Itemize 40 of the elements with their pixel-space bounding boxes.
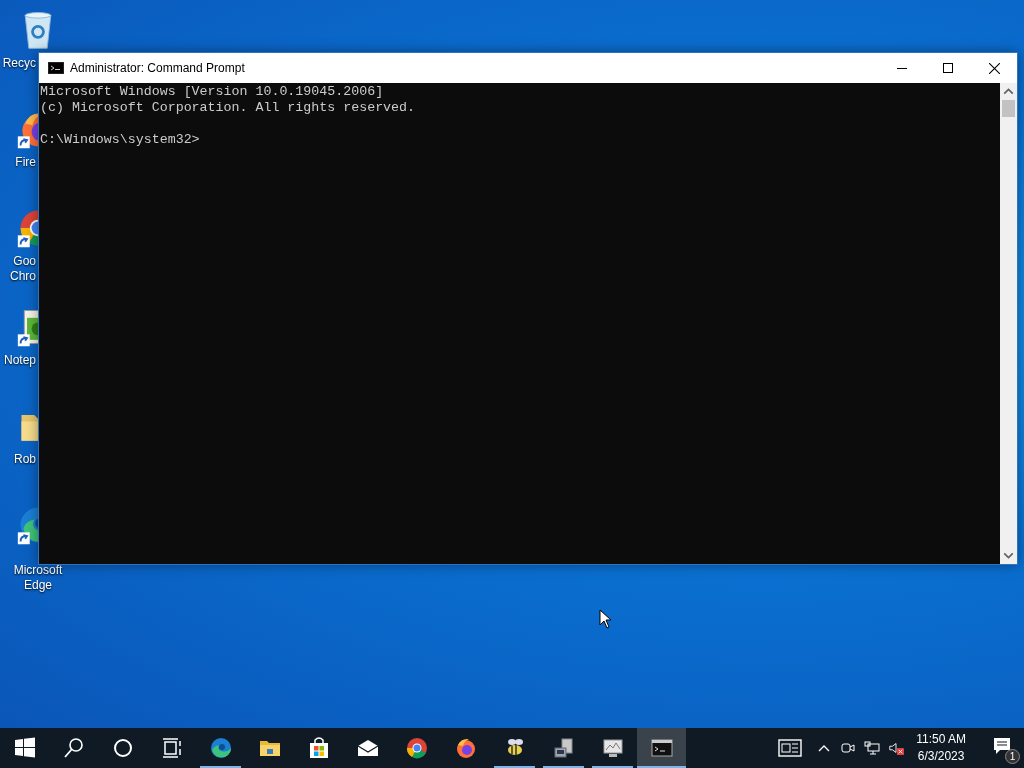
running-indicator xyxy=(592,766,633,768)
volume-muted-icon[interactable] xyxy=(888,740,905,756)
news-icon[interactable] xyxy=(778,738,803,758)
running-indicator xyxy=(543,766,584,768)
close-icon xyxy=(988,62,1000,74)
maximize-icon xyxy=(943,63,953,73)
console-line: (c) Microsoft Corporation. All rights reserved. xyxy=(40,100,416,116)
console-line: Microsoft Windows [Version 10.0.19045.2006] xyxy=(40,84,384,100)
desktop-icon-label: Notep xyxy=(3,353,36,368)
clock-time: 11:50 AM xyxy=(916,731,966,748)
desktop-icon-label: Recyc xyxy=(2,56,36,71)
search-icon xyxy=(61,736,86,760)
running-indicator xyxy=(637,766,686,768)
clock[interactable]: 11:50 AM 6/3/2023 xyxy=(912,731,970,765)
cmd-icon xyxy=(649,736,674,760)
desktop-icon-label: Microsoft xyxy=(13,563,63,578)
scrollbar[interactable] xyxy=(1000,83,1017,564)
network-icon[interactable] xyxy=(864,740,881,756)
desktop-icon-label: Goo xyxy=(13,254,36,269)
scrollbar-thumb[interactable] xyxy=(1002,100,1015,117)
computer-icon xyxy=(551,736,576,760)
camera-icon[interactable] xyxy=(840,740,857,756)
window-title: Administrator: Command Prompt xyxy=(70,61,245,75)
clock-date: 6/3/2023 xyxy=(917,748,965,765)
console-icon xyxy=(48,62,64,74)
desktop-icon-label: Fire xyxy=(15,155,36,170)
start-icon xyxy=(12,736,37,760)
running-indicator xyxy=(494,766,535,768)
command-prompt-taskbar-button[interactable] xyxy=(637,728,686,768)
edge-icon xyxy=(208,736,233,760)
desktop-icon-label: Chro xyxy=(10,269,36,284)
monitor-icon xyxy=(600,736,625,760)
desktop-icon-label: Rob xyxy=(14,452,36,467)
chrome-icon xyxy=(404,736,429,760)
running-indicator xyxy=(200,766,241,768)
notification-count-badge: 1 xyxy=(1005,749,1020,764)
notifications-icon[interactable] xyxy=(992,736,1012,756)
mouse-cursor-icon xyxy=(599,609,611,629)
command-prompt-line[interactable]: C:\Windows\system32> xyxy=(40,132,200,148)
desktop-icon-label: Edge xyxy=(24,578,52,593)
